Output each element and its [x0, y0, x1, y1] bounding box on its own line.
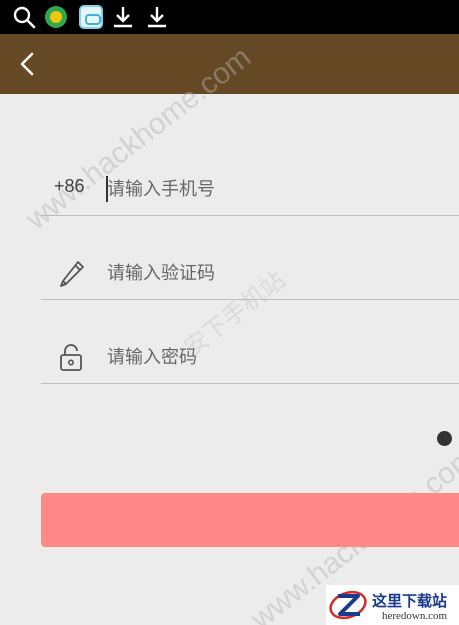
search-icon — [13, 6, 36, 29]
download-icon — [148, 7, 166, 28]
app-icon — [79, 5, 103, 29]
back-button[interactable] — [12, 47, 46, 81]
pencil-icon — [60, 261, 84, 287]
indicator-dot[interactable] — [437, 431, 452, 446]
code-field-row — [41, 220, 459, 300]
submit-button[interactable] — [41, 493, 459, 547]
logo-mark-icon — [329, 590, 367, 620]
chevron-left-icon — [20, 52, 34, 76]
logo-domain: heredown.com — [382, 610, 448, 622]
verification-code-input[interactable] — [107, 258, 437, 288]
phone-input[interactable] — [107, 174, 437, 204]
password-input[interactable] — [107, 342, 437, 372]
clover-app-icon — [45, 6, 67, 28]
logo-text: 这里下载站 — [372, 592, 448, 610]
unlock-icon — [60, 344, 82, 371]
country-code[interactable]: +86 — [54, 176, 85, 197]
status-bar — [0, 0, 459, 34]
download-icon — [114, 7, 132, 28]
password-field-row — [41, 304, 459, 384]
phone-field-row: +86 — [41, 148, 459, 216]
site-logo: 这里下载站 heredown.com — [326, 585, 459, 625]
